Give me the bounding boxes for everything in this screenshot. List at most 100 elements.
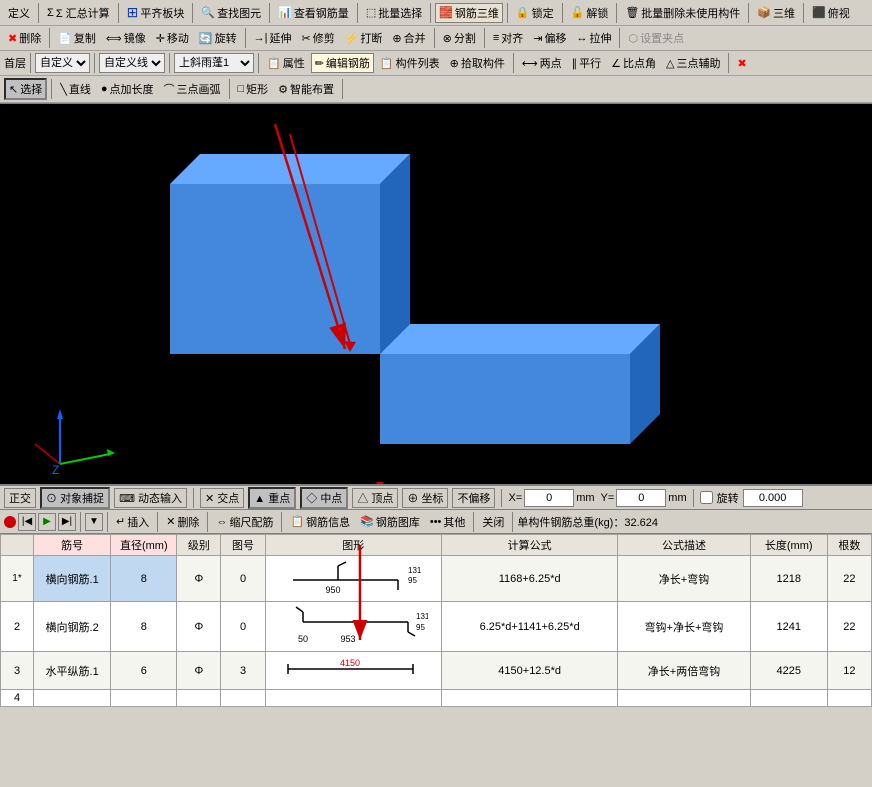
align-panel-btn[interactable]: ⊞ 平齐板块 — [123, 2, 189, 23]
component-list-btn[interactable]: 📋 构件列表 — [376, 53, 444, 73]
sep7 — [507, 3, 508, 23]
3d-icon: 📦 — [757, 6, 771, 19]
stretch-btn[interactable]: ↔ 拉伸 — [572, 28, 615, 48]
last-btn[interactable]: ▶| — [58, 513, 76, 531]
first-btn[interactable]: |◀ — [18, 513, 36, 531]
unlock-btn[interactable]: 🔓 解锁 — [567, 3, 613, 23]
split-btn[interactable]: ⊗ 分割 — [439, 28, 480, 48]
y-unit: mm — [668, 492, 686, 504]
svg-text:95: 95 — [408, 576, 417, 585]
mirror-btn[interactable]: ⟺ 镜像 — [102, 28, 150, 48]
col-name: 筋号 — [34, 535, 111, 556]
scale-rebar-btn[interactable]: ⇔ 缩尺配筋 — [212, 512, 277, 532]
rebar-lib-btn[interactable]: 📚 钢筋图库 — [356, 512, 424, 532]
move-btn[interactable]: ✛ 移动 — [152, 28, 193, 48]
rebar-3d-btn[interactable]: 🧱 钢筋三维 — [435, 3, 503, 23]
define-btn[interactable]: 定义 — [4, 3, 34, 23]
property-btn[interactable]: 📋 属性 — [263, 53, 309, 73]
sep10 — [748, 3, 749, 23]
delete2-btn[interactable]: ✖ — [733, 55, 750, 72]
insert-btn[interactable]: ↵ 插入 — [112, 512, 153, 532]
two-point-btn[interactable]: ⟷ 两点 — [518, 53, 566, 73]
line-btn[interactable]: ╲ 直线 — [56, 79, 95, 99]
rotate-checkbox[interactable] — [700, 491, 713, 504]
3d-view-btn[interactable]: 📦 三维 — [753, 3, 799, 23]
scale-icon: ⇔ — [216, 516, 227, 528]
batch-icon: ⬚ — [366, 6, 376, 19]
rect-btn[interactable]: □ 矩形 — [234, 79, 273, 99]
set-grip-btn[interactable]: ⬡ 设置夹点 — [624, 28, 688, 48]
extend-btn[interactable]: →| 延伸 — [250, 28, 296, 48]
view-rebar-btn[interactable]: 📊 查看钢筋量 — [274, 3, 353, 23]
center-btn[interactable]: ◇ 中点 — [300, 487, 348, 509]
col-diameter: 直径(mm) — [111, 535, 177, 556]
dynamic-input-btn[interactable]: ⌨ 动态输入 — [114, 488, 187, 508]
arc-btn[interactable]: ⌒ 三点画弧 — [160, 79, 225, 99]
prev-btn[interactable]: ▶ — [38, 513, 56, 531]
svg-text:50: 50 — [298, 634, 308, 644]
delete3-btn[interactable]: ✕ 删除 — [162, 512, 203, 532]
grip-icon: ⬡ — [628, 32, 638, 45]
offset-btn[interactable]: ⇥ 偏移 — [529, 28, 570, 48]
delete-btn[interactable]: ✖ 删除 — [4, 28, 45, 48]
row3-formula: 4150+12.5*d — [441, 652, 617, 690]
table-row[interactable]: 4 — [1, 690, 872, 707]
align-btn[interactable]: ≡ 对齐 — [489, 28, 527, 48]
lock-btn[interactable]: 🔒 锁定 — [512, 3, 558, 23]
parallel-btn[interactable]: ∥ 平行 — [568, 53, 606, 73]
table-row[interactable]: 2 横向钢筋.2 8 Φ 0 50 — [1, 602, 872, 652]
no-offset-btn[interactable]: 不偏移 — [452, 488, 495, 508]
row2-figno: 0 — [221, 602, 265, 652]
col-count: 根数 — [827, 535, 871, 556]
compare-angle-btn[interactable]: ∠ 比点角 — [607, 53, 660, 73]
close-btn[interactable]: 关闭 — [478, 512, 508, 532]
rotate-input[interactable] — [743, 489, 803, 507]
rebar-info-btn[interactable]: 📋 钢筋信息 — [286, 512, 354, 532]
snap-btn[interactable]: ⊙ 对象捕捉 — [40, 487, 110, 509]
point-length-btn[interactable]: ● 点加长度 — [97, 79, 158, 99]
coord-btn[interactable]: ⊕ 坐标 — [402, 488, 448, 508]
ortho-btn[interactable]: 正交 — [4, 488, 36, 508]
merge-icon: ⊕ — [392, 32, 401, 45]
other-btn[interactable]: ••• 其他 — [426, 512, 470, 532]
table-row[interactable]: 1* 横向钢筋.1 8 Φ 0 — [1, 556, 872, 602]
calc-btn[interactable]: Σ Σ 汇总计算 — [43, 3, 114, 23]
three-point-btn[interactable]: △ 三点辅助 — [662, 53, 724, 73]
break-btn[interactable]: ⚡ 打断 — [341, 28, 387, 48]
smart-layout-btn[interactable]: ⚙ 智能布置 — [274, 79, 338, 99]
x-input[interactable] — [524, 489, 574, 507]
arc-icon: ⌒ — [164, 81, 175, 97]
rotate-btn[interactable]: 🔄 旋转 — [195, 28, 241, 48]
batch-delete-btn[interactable]: 🗑 批量删除未使用构件 — [621, 3, 744, 23]
top-view-btn[interactable]: ⬛ 俯视 — [808, 3, 854, 23]
row4-grade — [177, 690, 221, 707]
row4-diameter — [111, 690, 177, 707]
row1-desc: 净长+弯钩 — [618, 556, 750, 602]
slope-select[interactable]: 上斜雨蓬1 — [174, 53, 254, 73]
find-btn[interactable]: 🔍 查找图元 — [197, 3, 265, 23]
col-id — [1, 535, 34, 556]
copy-btn[interactable]: 📄 复制 — [54, 28, 100, 48]
close-dot[interactable] — [4, 516, 16, 528]
midpoint-btn[interactable]: ▲ 重点 — [248, 487, 296, 509]
batch-select-btn[interactable]: ⬚ 批量选择 — [362, 3, 426, 23]
edit-rebar-btn[interactable]: ✏ 编辑钢筋 — [311, 53, 374, 73]
down-btn[interactable]: ▼ — [85, 513, 103, 531]
layer-select[interactable]: 自定义 — [35, 53, 90, 73]
intersect-btn[interactable]: ✕ 交点 — [200, 488, 244, 508]
row1-diameter: 8 — [111, 556, 177, 602]
table-row[interactable]: 3 水平纵筋.1 6 Φ 3 4150 4150+12. — [1, 652, 872, 690]
merge-btn[interactable]: ⊕ 合并 — [388, 28, 429, 48]
select-btn[interactable]: ↖ 选择 — [4, 78, 47, 100]
sep4 — [269, 3, 270, 23]
pick-component-btn[interactable]: ⊕ 拾取构件 — [446, 53, 509, 73]
row1-figure: 950 131 95 — [265, 556, 441, 602]
trim-btn[interactable]: ✂ 修剪 — [297, 28, 338, 48]
line-type-select[interactable]: 自定义线 — [99, 53, 165, 73]
other-icon: ••• — [430, 516, 442, 528]
y-input[interactable] — [616, 489, 666, 507]
sep30 — [107, 512, 108, 532]
vertex-btn[interactable]: △ 顶点 — [352, 488, 398, 508]
table-container[interactable]: 筋号 直径(mm) 级别 图号 图形 计算公式 公式描述 长度(mm) 根数 1… — [0, 534, 872, 707]
sep8 — [562, 3, 563, 23]
